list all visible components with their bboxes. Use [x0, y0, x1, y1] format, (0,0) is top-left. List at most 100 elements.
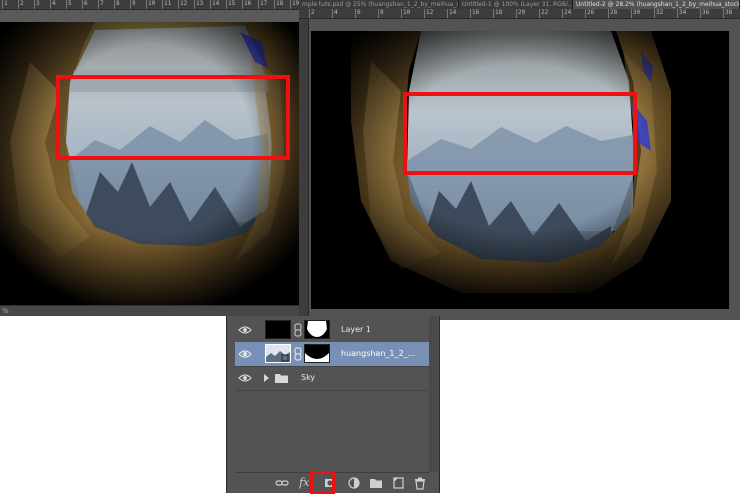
ruler-number: 32 — [656, 9, 664, 16]
ruler-number: 10 — [403, 9, 411, 16]
ruler-tick — [274, 0, 275, 9]
ruler-tick — [130, 0, 131, 9]
layer-thumbnail[interactable] — [265, 320, 291, 339]
ruler-tick — [34, 0, 35, 9]
ruler-tick — [226, 0, 227, 9]
zoom-status-text: % — [2, 307, 9, 315]
document-tab[interactable]: Untitled-1 @ 100% (Layer 31, RGB/... — [459, 0, 573, 9]
ruler-tick — [631, 9, 632, 18]
ruler-number: 15 — [228, 0, 236, 7]
layer-group-sky[interactable]: Sky — [235, 366, 429, 391]
status-bar: % — [0, 305, 299, 316]
layer-name: huangshan_1_2_... — [341, 349, 416, 358]
layer-row-huangshan[interactable]: huangshan_1_2_... — [235, 342, 429, 367]
horizontal-ruler: 2 4 6 8 10 12 14 16 18 20 22 24 26 28 30 32 34 36 38 — [299, 9, 740, 19]
ruler-tick — [18, 0, 19, 9]
ruler-tick — [194, 0, 195, 9]
mask-link-icon[interactable] — [294, 347, 302, 361]
ruler-number: 11 — [164, 0, 172, 7]
ruler-tick — [401, 9, 402, 18]
ruler-number: 18 — [495, 9, 503, 16]
highlight-box-add-mask — [310, 471, 335, 494]
ruler-number: 5 — [68, 0, 72, 7]
folder-icon — [275, 373, 288, 383]
layer-mask-thumbnail[interactable] — [304, 320, 330, 339]
panel-scrollbar[interactable] — [429, 316, 438, 472]
ruler-number: 3 — [36, 0, 40, 7]
tab-label: mple tuts.psd @ 25% (huangshan_1_2_by_me… — [302, 1, 458, 8]
ruler-number: 30 — [633, 9, 641, 16]
ruler-tick — [258, 0, 259, 9]
ruler-tick — [2, 0, 3, 9]
ruler-number: 6 — [357, 9, 361, 16]
folder-icon[interactable] — [369, 476, 383, 490]
right-document-window: mple tuts.psd @ 25% (huangshan_1_2_by_me… — [299, 0, 740, 320]
adjustment-icon[interactable] — [347, 476, 361, 490]
ruler-number: 7 — [100, 0, 104, 7]
new-layer-icon[interactable] — [391, 476, 405, 490]
ruler-number: 6 — [84, 0, 88, 7]
ruler-number: 14 — [212, 0, 220, 7]
tab-label: Untitled-1 @ 100% (Layer 31, RGB/... — [462, 1, 573, 8]
ruler-tick — [470, 9, 471, 18]
ruler-number: 8 — [116, 0, 120, 7]
ruler-tick — [309, 9, 310, 18]
ruler-number: 24 — [564, 9, 572, 16]
ruler-tick — [654, 9, 655, 18]
ruler-tick — [539, 9, 540, 18]
ruler-tick — [447, 9, 448, 18]
document-tab[interactable]: mple tuts.psd @ 25% (huangshan_1_2_by_me… — [299, 0, 459, 9]
layer-row-layer-1[interactable]: Layer 1 — [235, 318, 429, 343]
ruler-number: 38 — [725, 9, 733, 16]
layer-name: Layer 1 — [341, 325, 371, 334]
ruler-number: 14 — [449, 9, 457, 16]
ruler-number: 16 — [244, 0, 252, 7]
ruler-number: 20 — [518, 9, 526, 16]
ruler-tick — [608, 9, 609, 18]
ruler-number: 28 — [610, 9, 618, 16]
link-icon[interactable] — [275, 476, 289, 490]
ruler-number: 18 — [276, 0, 284, 7]
ruler-tick — [114, 0, 115, 9]
ruler-tick — [162, 0, 163, 9]
ruler-tick — [516, 9, 517, 18]
ruler-number: 12 — [426, 9, 434, 16]
mask-link-icon[interactable] — [294, 323, 302, 337]
ruler-tick — [242, 0, 243, 9]
visibility-eye-icon[interactable] — [238, 347, 252, 361]
visibility-eye-icon[interactable] — [238, 323, 252, 337]
vertical-ruler — [299, 19, 309, 320]
cave-scene-image — [0, 22, 299, 305]
canvas-left[interactable] — [0, 22, 299, 305]
document-tab-bar: mple tuts.psd @ 25% (huangshan_1_2_by_me… — [299, 0, 740, 9]
ruler-tick — [332, 9, 333, 18]
layer-thumbnail[interactable] — [265, 344, 291, 363]
ruler-tick — [723, 9, 724, 18]
ruler-number: 2 — [20, 0, 24, 7]
layer-mask-thumbnail[interactable] — [304, 344, 330, 363]
document-tab[interactable]: Untitled-2 @ 28.2% (huangshan_1_2_by_mei… — [573, 0, 740, 9]
ruler-number: 8 — [380, 9, 384, 16]
ruler-tick — [290, 0, 291, 9]
ruler-tick — [562, 9, 563, 18]
ruler-number: 34 — [679, 9, 687, 16]
ruler-tick — [146, 0, 147, 9]
highlight-box-right — [403, 92, 637, 175]
visibility-eye-icon[interactable] — [238, 371, 252, 385]
expand-arrow-icon[interactable] — [264, 374, 269, 382]
ruler-tick — [585, 9, 586, 18]
left-document-window: 1 2 3 4 5 6 7 8 9 10 11 12 13 14 15 16 17 18 19 — [0, 0, 299, 316]
ruler-number: 10 — [148, 0, 156, 7]
trash-icon[interactable] — [413, 476, 427, 490]
highlight-box-left — [56, 75, 290, 160]
ruler-tick — [424, 9, 425, 18]
layer-name: Sky — [301, 373, 316, 382]
ruler-number: 16 — [472, 9, 480, 16]
ruler-tick — [50, 0, 51, 9]
ruler-tick — [378, 9, 379, 18]
ruler-number: 4 — [52, 0, 56, 7]
ruler-tick — [493, 9, 494, 18]
ruler-number: 22 — [541, 9, 549, 16]
ruler-number: 19 — [292, 0, 299, 7]
ruler-number: 36 — [702, 9, 710, 16]
